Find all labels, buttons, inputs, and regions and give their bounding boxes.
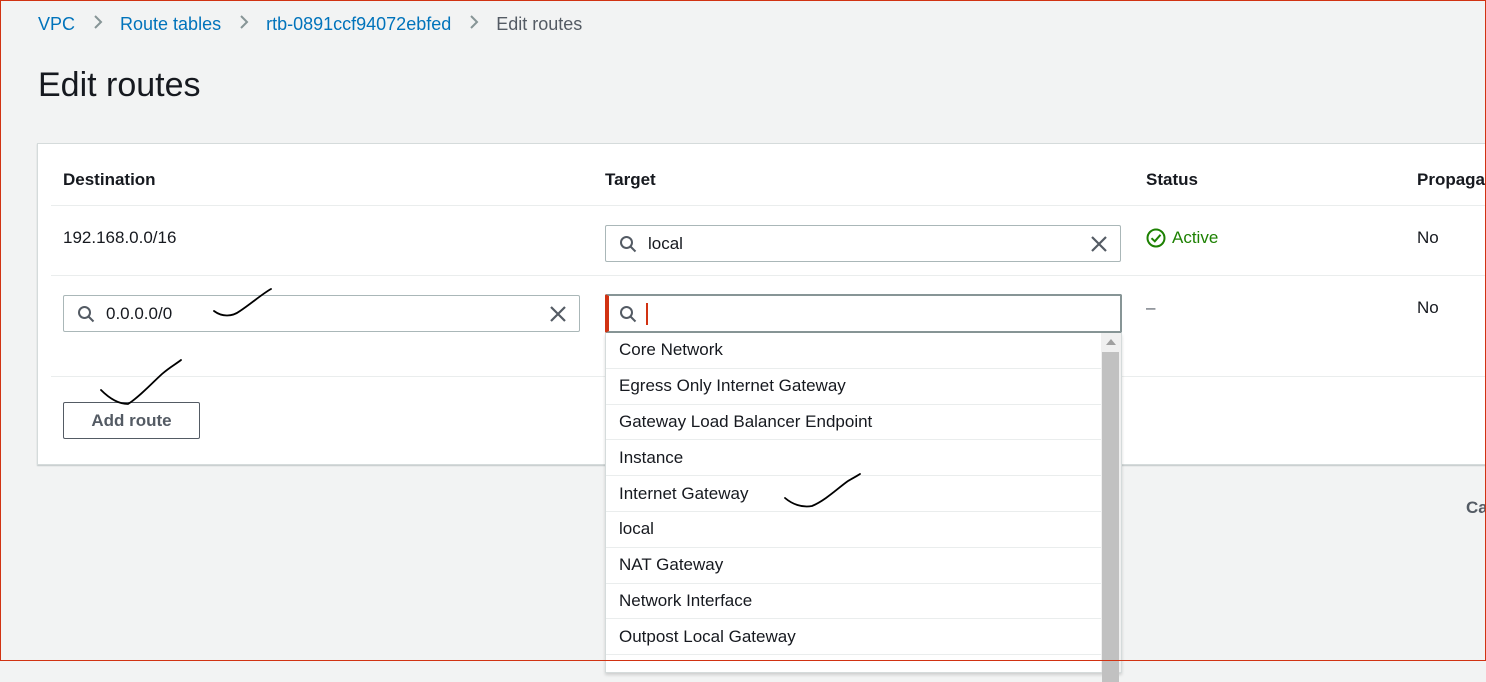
column-header-destination: Destination [63, 170, 156, 189]
table-divider [51, 275, 1486, 276]
option-egress-only-internet-gateway[interactable]: Egress Only Internet Gateway [606, 369, 1101, 405]
search-icon [620, 235, 637, 252]
page-title: Edit routes [38, 66, 201, 104]
scrollbar-thumb[interactable] [1102, 352, 1119, 682]
breadcrumb: VPC Route tables rtb-0891ccf94072ebfed E… [38, 12, 582, 36]
route-destination: 192.168.0.0/16 [63, 228, 177, 247]
column-header-target: Target [605, 170, 656, 189]
breadcrumb-route-tables[interactable]: Route tables [120, 14, 221, 35]
scroll-up-icon[interactable] [1106, 339, 1116, 345]
route-propagated: No [1417, 298, 1439, 317]
breadcrumb-route-table-id[interactable]: rtb-0891ccf94072ebfed [266, 14, 451, 35]
option-nat-gateway[interactable]: NAT Gateway [606, 548, 1101, 584]
target-search-input[interactable] [605, 294, 1122, 333]
target-dropdown: Core Network Egress Only Internet Gatewa… [605, 333, 1122, 682]
option-gateway-load-balancer-endpoint[interactable]: Gateway Load Balancer Endpoint [606, 405, 1101, 441]
option-instance[interactable]: Instance [606, 440, 1101, 477]
destination-input[interactable]: 0.0.0.0/0 [63, 295, 580, 332]
dropdown-scrollbar[interactable] [1101, 333, 1121, 682]
target-input-value: local [648, 233, 683, 253]
breadcrumb-current: Edit routes [496, 13, 583, 34]
option-core-network[interactable]: Core Network [606, 333, 1101, 369]
option-local[interactable]: local [606, 512, 1101, 548]
chevron-right-icon [221, 14, 266, 35]
column-header-propagated: Propaga [1417, 170, 1486, 189]
search-icon [620, 305, 637, 322]
target-options-list: Core Network Egress Only Internet Gatewa… [606, 333, 1101, 656]
status-text: Active [1172, 228, 1219, 247]
chevron-right-icon [451, 14, 496, 35]
breadcrumb-vpc[interactable]: VPC [38, 14, 75, 35]
add-route-button[interactable]: Add route [63, 402, 200, 439]
destination-input-value: 0.0.0.0/0 [106, 303, 173, 323]
table-divider [51, 205, 1486, 206]
cancel-button[interactable]: Ca [1466, 498, 1486, 518]
option-internet-gateway[interactable]: Internet Gateway [606, 476, 1101, 512]
route-status: – [1146, 298, 1156, 317]
target-input[interactable]: local [605, 225, 1121, 262]
column-header-status: Status [1146, 170, 1198, 189]
close-icon[interactable] [1090, 235, 1108, 253]
route-propagated: No [1417, 228, 1439, 247]
search-icon [78, 305, 95, 322]
option-network-interface[interactable]: Network Interface [606, 584, 1101, 620]
check-circle-icon [1146, 228, 1166, 248]
chevron-right-icon [75, 14, 120, 35]
option-outpost-local-gateway[interactable]: Outpost Local Gateway [606, 619, 1101, 656]
text-cursor [646, 302, 648, 325]
close-icon[interactable] [549, 305, 567, 323]
status-badge: Active [1146, 228, 1218, 248]
